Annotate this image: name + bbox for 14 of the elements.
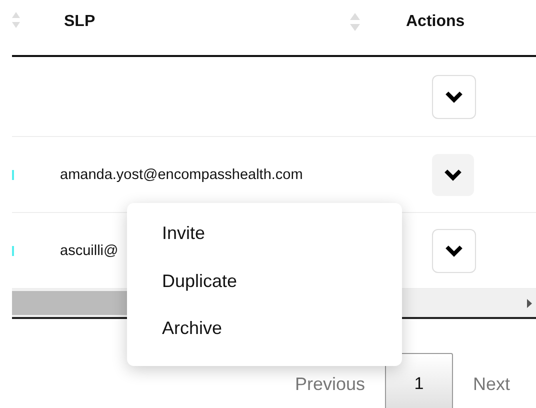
column-header: SLP	[64, 12, 96, 30]
actions-dropdown-button[interactable]	[432, 228, 476, 272]
email-text: amanda.yost@encompasshealth.com	[60, 166, 303, 182]
menu-item[interactable]: Invite	[162, 223, 206, 243]
chevron-down-icon	[445, 244, 463, 256]
email-text: ascuilli@	[60, 242, 118, 258]
chevron-down-icon	[445, 90, 463, 102]
chevron-down-icon	[444, 168, 462, 180]
actions-dropdown-button[interactable]	[432, 74, 476, 118]
page-button[interactable]: 1	[384, 353, 453, 408]
scroll-right-icon[interactable]	[527, 299, 532, 308]
menu-item[interactable]: Archive	[162, 318, 222, 338]
column-header: Actions	[406, 12, 465, 30]
menu-item[interactable]: Duplicate	[162, 270, 238, 290]
